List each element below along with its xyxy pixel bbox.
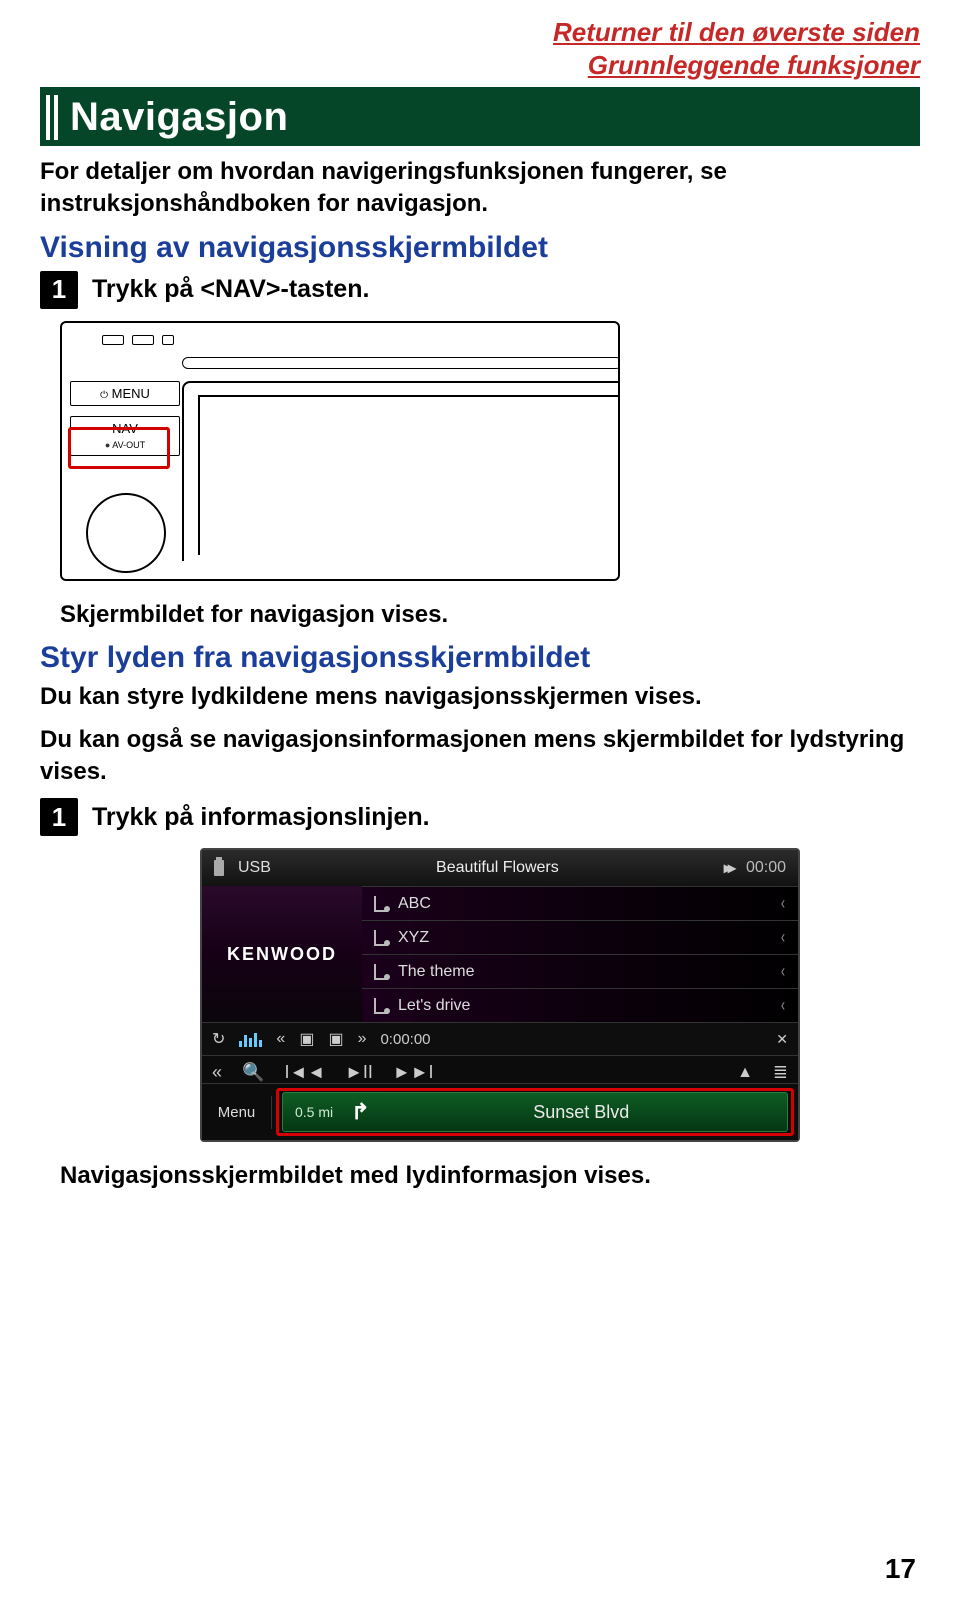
chevron-right-icon: ‹: [781, 927, 785, 948]
expand-left-icon: «: [212, 1062, 222, 1083]
prev-track-icon: I◄◄: [284, 1062, 325, 1083]
chevron-right-icon: ‹: [781, 893, 785, 914]
eject-icon: ▲: [737, 1064, 753, 1082]
source-label: USB: [238, 859, 271, 877]
step-1-text: Trykk på <NAV>-tasten.: [92, 275, 369, 304]
step-1-row: 1 Trykk på <NAV>-tasten.: [40, 271, 920, 309]
intro-text: For detaljer om hvordan navigeringsfunks…: [40, 156, 920, 221]
play-pause-icon: ►II: [345, 1062, 373, 1083]
device-menu-button: ⏻ MENU: [70, 381, 180, 406]
chevron-right-icon: ‹: [781, 995, 785, 1016]
page-number: 17: [885, 1553, 916, 1585]
shuffle-icon: ✕: [776, 1031, 788, 1048]
step-2-text: Trykk på informasjonslinjen.: [92, 803, 430, 832]
album-icon: ▣: [299, 1029, 314, 1049]
turn-arrow-icon: ↱: [351, 1099, 369, 1125]
usb-icon: [214, 860, 224, 876]
chevron-right-icon: ‹: [781, 961, 785, 982]
music-note-icon: [374, 896, 388, 912]
music-note-icon: [374, 964, 388, 980]
list-icon: ≣: [773, 1062, 788, 1083]
device-illustration: ⏻ MENU NAV ● AV-OUT: [60, 321, 620, 581]
page-title-bar: Navigasjon: [40, 87, 920, 146]
page-title: Navigasjon: [62, 95, 288, 140]
device-nav-button: NAV ● AV-OUT: [70, 416, 180, 456]
repeat-icon: ↻: [212, 1029, 225, 1049]
section-heading-audio-nav: Styr lyden fra navigasjonsskjermbildet: [40, 641, 920, 675]
track-row: Let's drive ‹: [362, 988, 798, 1022]
step-number: 1: [40, 271, 78, 309]
track-row: The theme ‹: [362, 954, 798, 988]
clock: 00:00: [746, 859, 786, 877]
brand-logo: KENWOOD: [202, 886, 362, 1022]
progress-time: 0:00:00: [380, 1031, 430, 1048]
link-return-top[interactable]: Returner til den øverste siden: [40, 16, 920, 49]
step-number: 1: [40, 798, 78, 836]
step-2-row: 1 Trykk på informasjonslinjen.: [40, 798, 920, 836]
nav-destination: Sunset Blvd: [388, 1102, 775, 1123]
media-screenshot: USB Beautiful Flowers ▸▸ 00:00 KENWOOD A…: [200, 848, 800, 1142]
section1-caption: Skjermbildet for navigasjon vises.: [60, 599, 920, 631]
menu-button: Menu: [202, 1096, 272, 1129]
next-track-icon: ►►I: [393, 1062, 434, 1083]
music-note-icon: [374, 998, 388, 1014]
album-icon: ▣: [328, 1029, 343, 1049]
nav-distance: 0.5 mi: [295, 1104, 333, 1120]
music-note-icon: [374, 930, 388, 946]
section-heading-view-nav: Visning av navigasjonsskjermbildet: [40, 231, 920, 265]
track-row: ABC ‹: [362, 886, 798, 920]
fast-forward-icon: ▸▸: [724, 858, 732, 878]
section2-caption: Navigasjonsskjermbildet med lydinformasj…: [60, 1160, 920, 1192]
now-playing-title: Beautiful Flowers: [285, 859, 710, 877]
track-row: XYZ ‹: [362, 920, 798, 954]
section2-p1: Du kan styre lydkildene mens navigasjons…: [40, 681, 920, 713]
section2-p2: Du kan også se navigasjonsinformasjonen …: [40, 724, 920, 789]
link-section-basics[interactable]: Grunnleggende funksjoner: [40, 49, 920, 82]
equalizer-icon: [239, 1031, 262, 1047]
heading-accent: [46, 95, 62, 140]
device-dial: [86, 493, 166, 573]
nav-info-bar[interactable]: 0.5 mi ↱ Sunset Blvd: [282, 1092, 788, 1132]
search-icon: 🔍: [242, 1062, 264, 1083]
